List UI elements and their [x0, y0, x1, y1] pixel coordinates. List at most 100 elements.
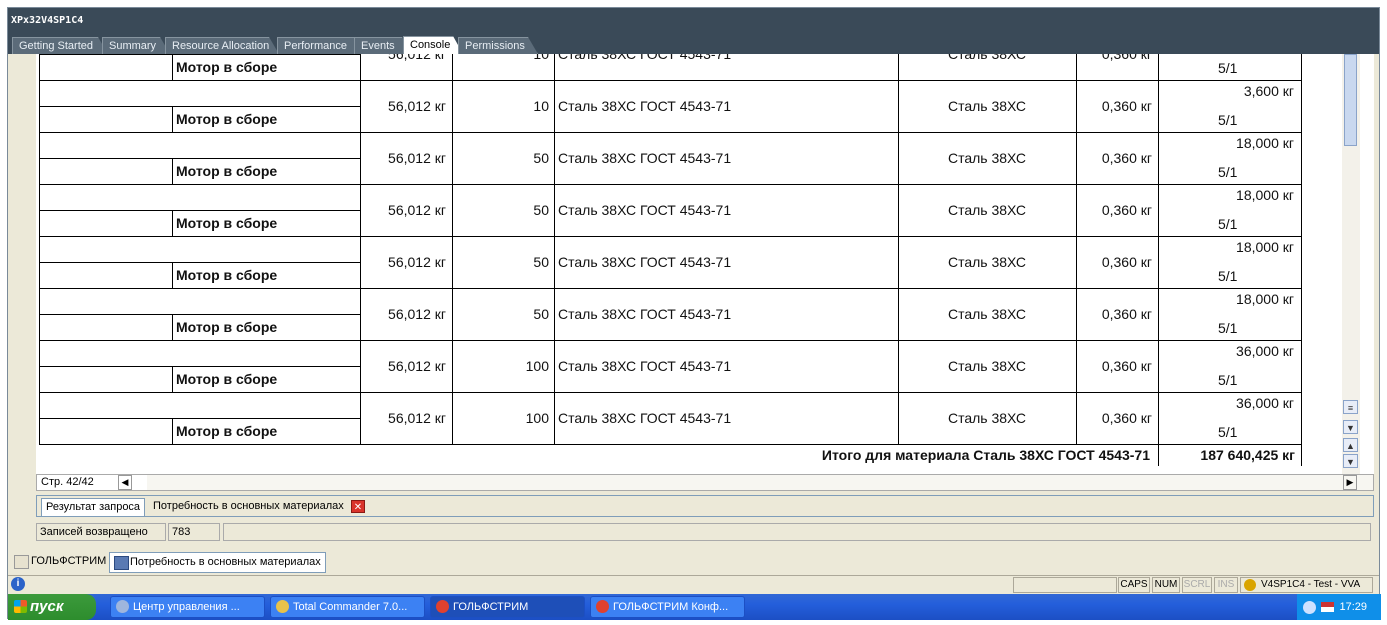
item-quantity: 100: [525, 358, 549, 374]
row-split: [39, 314, 360, 315]
material-norm: 0,360 кг: [1101, 410, 1152, 426]
item-weight: 56,012 кг: [388, 410, 446, 426]
close-icon[interactable]: ✕: [351, 500, 365, 513]
column-border: [452, 54, 453, 444]
material-total: 18,000 кг: [1236, 135, 1294, 151]
tab-permissions[interactable]: Permissions: [458, 37, 538, 54]
page-down-icon[interactable]: ▼: [1343, 454, 1358, 468]
row-code: 5/1: [1218, 268, 1238, 284]
material-grade: Сталь 38ХС: [947, 410, 1027, 426]
records-label: Записей возвращено: [36, 523, 166, 541]
connection-label: V4SP1C4 - Test - VVA: [1261, 579, 1361, 590]
column-border: [39, 54, 40, 444]
caps-indicator: CAPS: [1118, 577, 1150, 593]
tab-getting-started[interactable]: Getting Started: [12, 37, 108, 54]
material-total: 36,000 кг: [1236, 343, 1294, 359]
material-norm: 0,360 кг: [1101, 150, 1152, 166]
total-commander-icon: [276, 600, 289, 613]
tab-query-result[interactable]: Результат запроса: [41, 498, 146, 517]
item-quantity: 10: [533, 54, 549, 62]
taskbar-golfstream[interactable]: ГОЛЬФСТРИМ: [430, 596, 585, 618]
tab-material-needs[interactable]: Потребность в основных материалах: [149, 498, 348, 515]
page-indicator-row: Стр. 42/42 ◀ ▶: [36, 474, 1374, 491]
material-name: Сталь 38ХС ГОСТ 4543-71: [558, 358, 732, 374]
records-count: 783: [168, 523, 220, 541]
scroll-down-icon[interactable]: ▼: [1343, 420, 1358, 434]
row-split: [39, 158, 360, 159]
scroll-grip-icon[interactable]: ≡: [1343, 400, 1358, 414]
material-norm: 0,360 кг: [1101, 306, 1152, 322]
material-name: Сталь 38ХС ГОСТ 4543-71: [558, 150, 732, 166]
status-empty: [1013, 577, 1117, 593]
material-norm: 0,360 кг: [1101, 254, 1152, 270]
column-border: [1301, 54, 1302, 444]
item-weight: 56,012 кг: [388, 358, 446, 374]
cell-border: [172, 314, 173, 340]
material-total: 18,000 кг: [1236, 187, 1294, 203]
golfstream-icon: [436, 600, 449, 613]
row-border: [39, 236, 1301, 237]
scroll-thumb[interactable]: [1344, 54, 1357, 146]
material-grade: Сталь 38ХС: [947, 306, 1027, 322]
row-border: [39, 444, 1301, 445]
application-window: XPx32V4SP1C4 Getting Started Summary Res…: [7, 7, 1381, 620]
row-split: [39, 54, 360, 55]
material-grade: Сталь 38ХС: [947, 98, 1027, 114]
cell-border: [172, 262, 173, 288]
tray-back-icon[interactable]: [1303, 601, 1316, 614]
material-total: 18,000 кг: [1236, 239, 1294, 255]
material-grade: Сталь 38ХС: [947, 254, 1027, 270]
item-name: Мотор в сборе: [176, 111, 278, 127]
scroll-left-icon[interactable]: ◀: [118, 475, 132, 490]
control-panel-icon: [116, 600, 129, 613]
row-split: [39, 210, 360, 211]
column-border: [898, 54, 899, 444]
taskbar-label: ГОЛЬФСТРИМ Конф...: [613, 601, 729, 613]
cell-border: [172, 106, 173, 132]
horizontal-scrollbar[interactable]: [147, 475, 1373, 490]
taskbar-control-center[interactable]: Центр управления ...: [110, 596, 265, 618]
scroll-right-icon[interactable]: ▶: [1343, 475, 1357, 490]
taskbar-total-commander[interactable]: Total Commander 7.0...: [270, 596, 425, 618]
row-code: 5/1: [1218, 372, 1238, 388]
doc-tab-golfstream[interactable]: ГОЛЬФСТРИМ: [11, 552, 107, 573]
tab-summary[interactable]: Summary: [102, 37, 170, 54]
row-split: [39, 262, 360, 263]
material-norm: 0,360 кг: [1101, 54, 1152, 62]
flag-icon: [1321, 602, 1334, 612]
tab-strip: Getting Started Summary Resource Allocat…: [8, 35, 1379, 54]
connection-status: V4SP1C4 - Test - VVA: [1240, 577, 1373, 593]
item-name: Мотор в сборе: [176, 423, 278, 439]
vertical-scrollbar[interactable]: ≡ ▼ ▲ ▼: [1342, 54, 1360, 480]
item-quantity: 10: [533, 98, 549, 114]
row-code: 5/1: [1218, 320, 1238, 336]
item-weight: 56,012 кг: [388, 54, 446, 62]
item-name: Мотор в сборе: [176, 163, 278, 179]
report-icon: [114, 556, 129, 570]
material-name: Сталь 38ХС ГОСТ 4543-71: [558, 254, 732, 270]
row-border: [39, 340, 1301, 341]
item-quantity: 50: [533, 202, 549, 218]
window-title: XPx32V4SP1C4: [8, 8, 1379, 35]
item-quantity: 50: [533, 150, 549, 166]
page-up-icon[interactable]: ▲: [1343, 438, 1358, 452]
row-border: [39, 392, 1301, 393]
clock: 17:29: [1339, 601, 1367, 613]
ins-indicator: INS: [1214, 577, 1238, 593]
row-border: [39, 184, 1301, 185]
window-icon: [14, 555, 29, 569]
item-weight: 56,012 кг: [388, 306, 446, 322]
taskbar-golfstream-config[interactable]: ГОЛЬФСТРИМ Конф...: [590, 596, 745, 618]
row-border: [39, 80, 1301, 81]
tab-resource-allocation[interactable]: Resource Allocation: [165, 37, 279, 54]
material-total: 3,600 кг: [1243, 83, 1294, 99]
cell-border: [172, 366, 173, 392]
taskbar: пуск Центр управления ... Total Commande…: [8, 594, 1381, 620]
material-name: Сталь 38ХС ГОСТ 4543-71: [558, 306, 732, 322]
doc-tab-material-needs[interactable]: Потребность в основных материалах: [109, 552, 326, 573]
summary-value: 187 640,425 кг: [1200, 447, 1295, 463]
start-button[interactable]: пуск: [8, 594, 96, 620]
tab-performance[interactable]: Performance: [277, 37, 367, 54]
tab-console[interactable]: Console: [403, 36, 463, 54]
cell-border: [172, 158, 173, 184]
